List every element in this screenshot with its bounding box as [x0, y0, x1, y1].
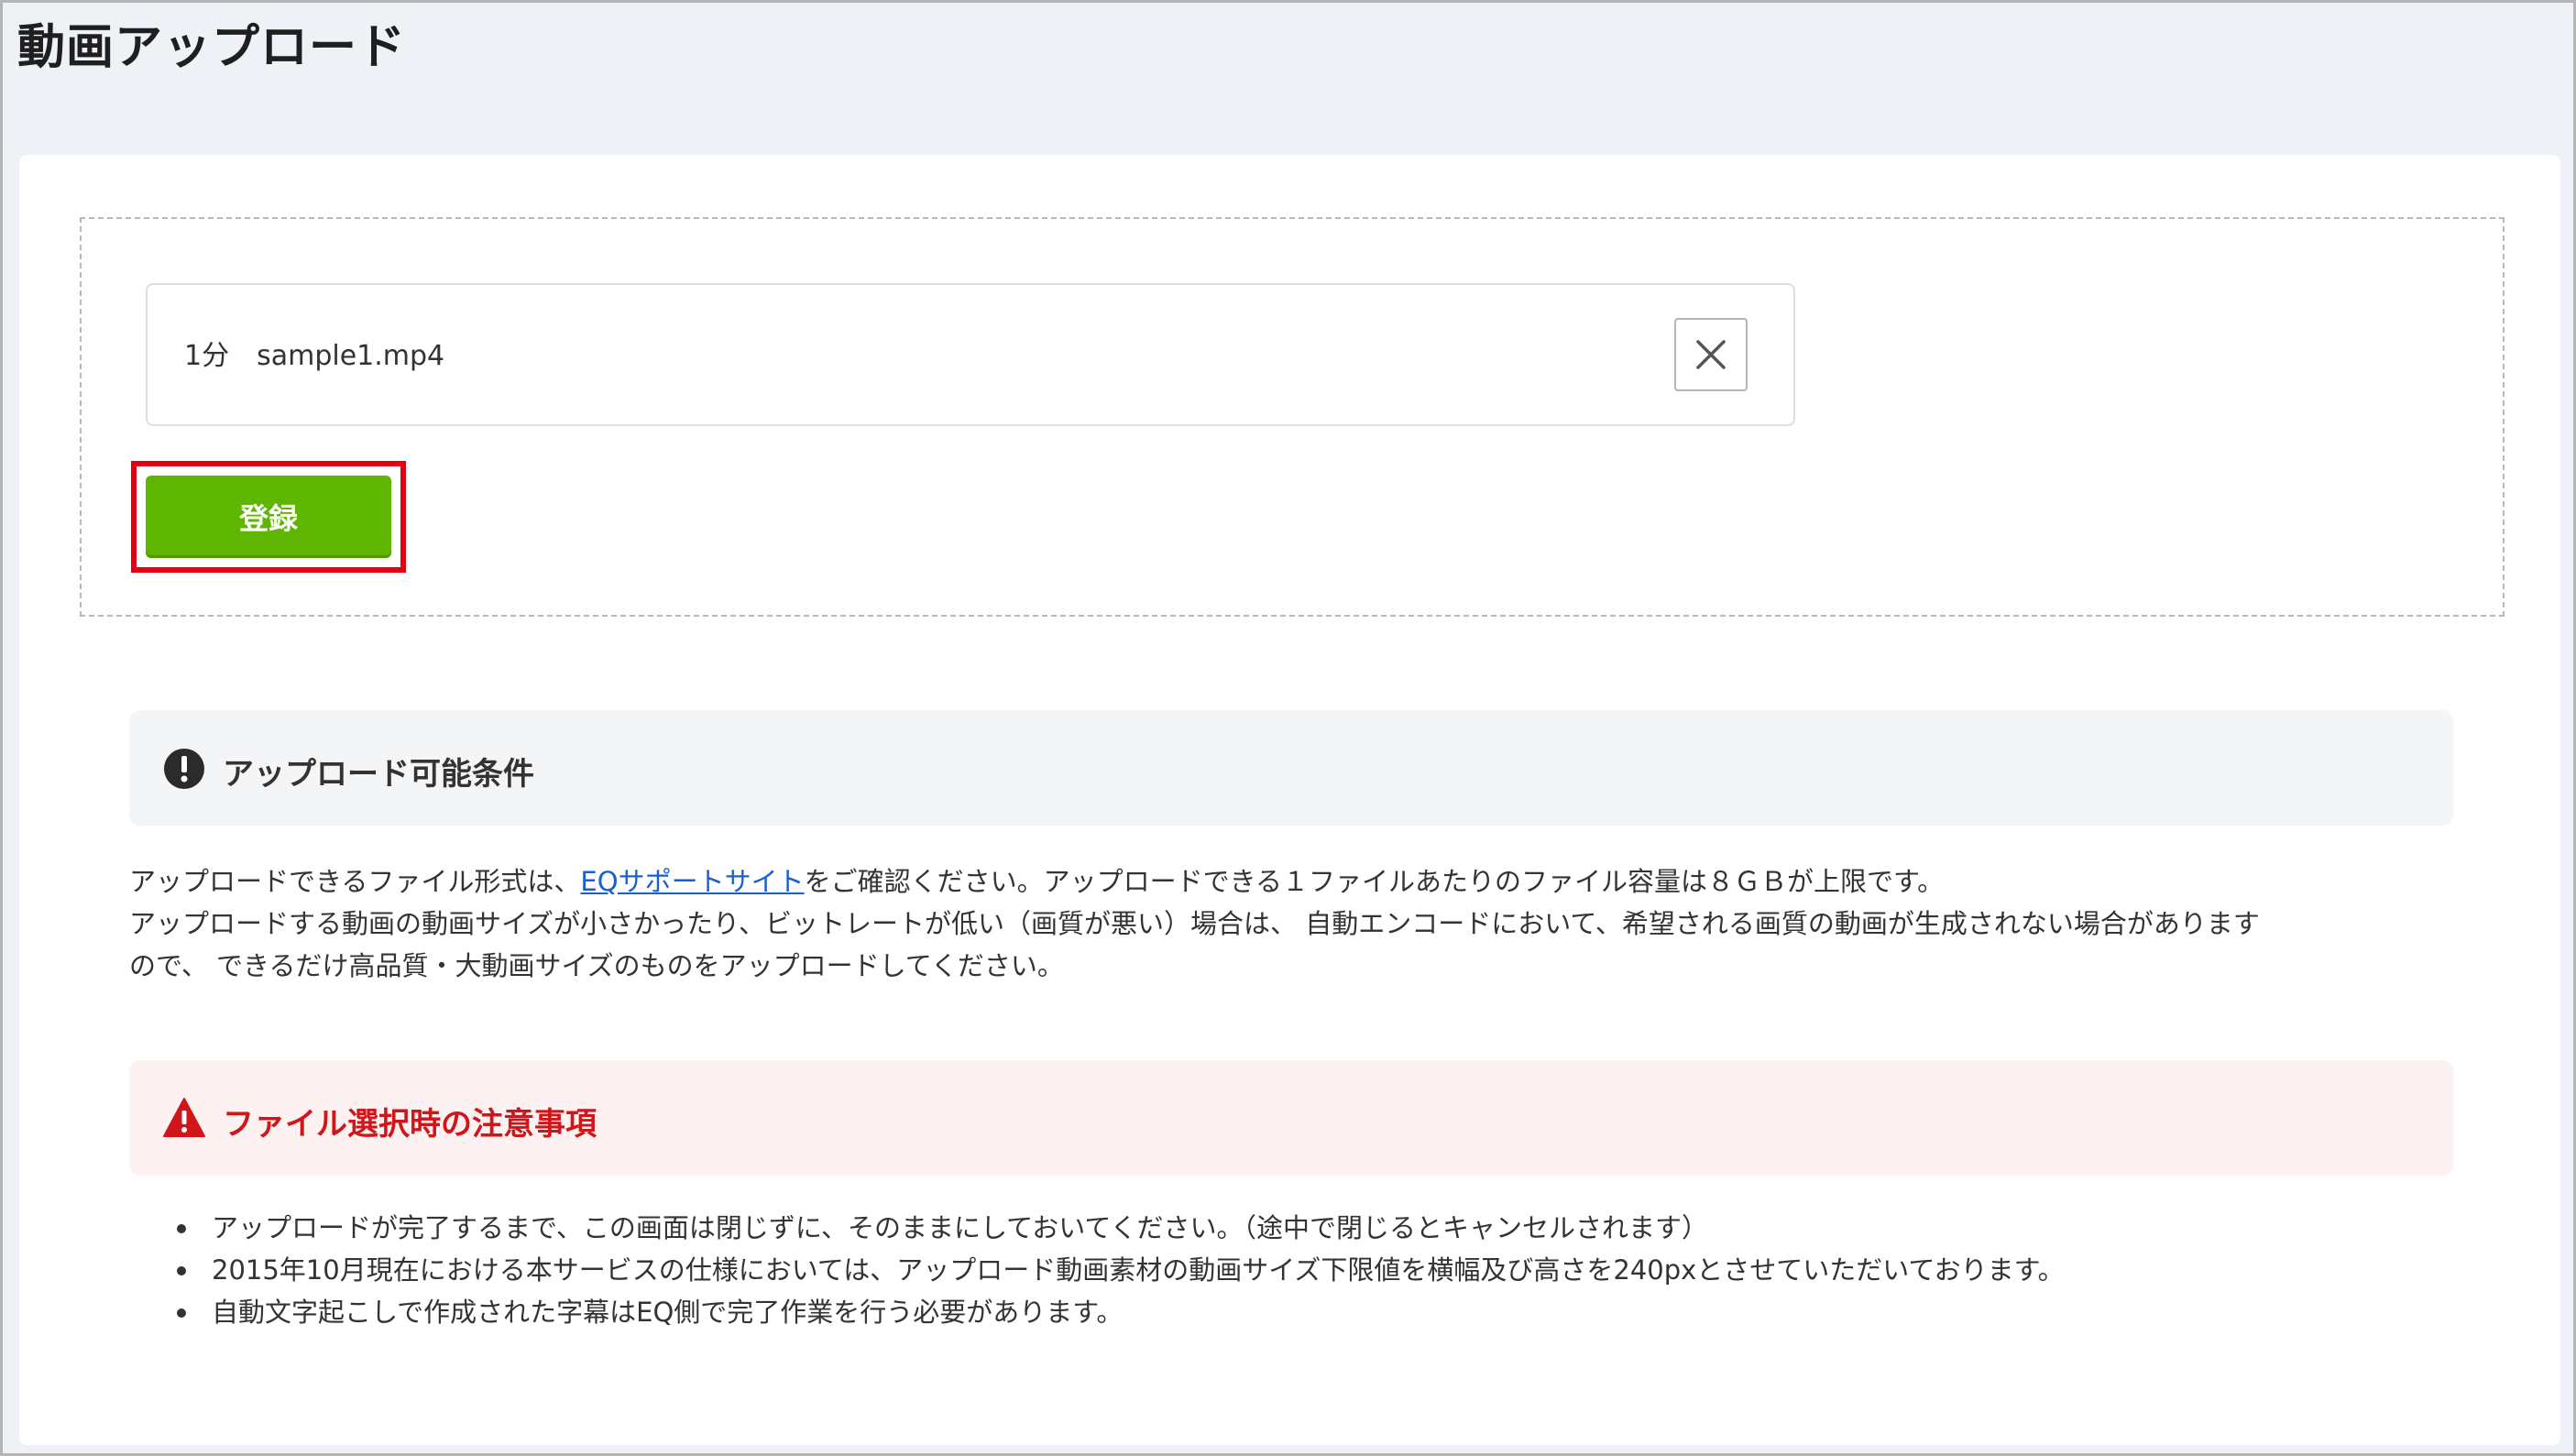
page-title: 動画アップロード [17, 20, 407, 75]
conditions-line-3: ので、 できるだけ高品質・大動画サイズのものをアップロードしてください。 [129, 950, 1064, 981]
file-info: 1分 sample1.mp4 [184, 333, 444, 373]
upload-conditions-description: アップロードできるファイル形式は、EQサポートサイトをご確認ください。アップロー… [129, 860, 2475, 987]
register-button[interactable]: 登録 [146, 476, 391, 558]
file-name: sample1.mp4 [257, 340, 445, 372]
file-selection-caution-box: ファイル選択時の注意事項 [129, 1060, 2453, 1176]
upload-conditions-title: アップロード可能条件 [223, 756, 534, 793]
list-item: 2015年10月現在における本サービスの仕様においては、アップロード動画素材の動… [129, 1249, 2475, 1291]
file-duration: 1分 [184, 340, 230, 372]
list-item: アップロードが完了するまで、この画面は閉じずに、そのままにしておいてください。（… [129, 1207, 2475, 1249]
caution-list: アップロードが完了するまで、この画面は閉じずに、そのままにしておいてください。（… [129, 1207, 2475, 1333]
list-item: 自動文字起こしで作成された字幕はEQ側で完了作業を行う必要があります。 [129, 1291, 2475, 1333]
close-icon [1696, 340, 1726, 369]
conditions-line-1: アップロードできるファイル形式は、EQサポートサイトをご確認ください。アップロー… [129, 866, 1945, 897]
content-card: 1分 sample1.mp4 登録 アップロード可能条件 アップロードできるファ… [19, 155, 2560, 1445]
warning-triangle-icon [163, 1098, 205, 1137]
eq-support-site-link[interactable]: EQサポートサイト [580, 866, 804, 897]
file-selection-caution-title: ファイル選択時の注意事項 [223, 1106, 597, 1143]
upload-dropzone[interactable]: 1分 sample1.mp4 登録 [80, 217, 2505, 617]
window-frame: 動画アップロード 1分 sample1.mp4 登録 アップロード可能条件 アッ… [0, 0, 2576, 1456]
remove-file-button[interactable] [1674, 318, 1748, 391]
register-button-highlight: 登録 [131, 461, 406, 573]
conditions-line-2: アップロードする動画の動画サイズが小さかったり、ビットレートが低い（画質が悪い）… [129, 908, 2260, 939]
selected-file-row: 1分 sample1.mp4 [146, 283, 1795, 426]
upload-conditions-box: アップロード可能条件 [129, 710, 2453, 826]
exclamation-circle-icon [164, 749, 204, 789]
